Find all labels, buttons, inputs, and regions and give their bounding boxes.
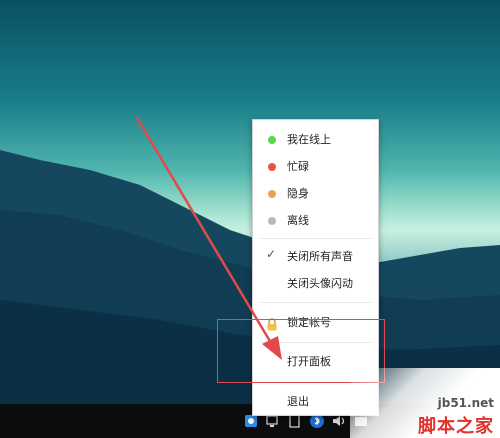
offline-status-icon — [268, 217, 276, 225]
menu-item-mute-all[interactable]: ✓ 关闭所有声音 — [253, 242, 378, 272]
menu-separator — [261, 238, 371, 239]
online-status-icon — [268, 136, 276, 144]
watermark-url: jb51.net — [437, 396, 494, 410]
desktop-wallpaper — [0, 0, 500, 404]
menu-separator — [261, 302, 371, 303]
lock-icon — [266, 316, 278, 335]
menu-item-label: 关闭所有声音 — [287, 250, 353, 263]
menu-item-label: 打开面板 — [287, 355, 331, 368]
menu-item-label: 我在线上 — [287, 133, 331, 146]
menu-separator — [261, 342, 371, 343]
menu-item-label: 离线 — [287, 214, 309, 227]
menu-item-label: 关闭头像闪动 — [287, 277, 353, 290]
watermark-text: 脚本之家 — [418, 416, 494, 437]
menu-item-offline[interactable]: 离线 — [253, 206, 378, 236]
menu-item-label: 退出 — [287, 395, 309, 408]
menu-item-online[interactable]: 我在线上 — [253, 125, 378, 155]
menu-item-busy[interactable]: 忙碌 — [253, 152, 378, 182]
busy-status-icon — [268, 163, 276, 171]
menu-item-label: 忙碌 — [287, 160, 309, 173]
menu-item-label: 隐身 — [287, 187, 309, 200]
checkmark-icon: ✓ — [266, 247, 277, 261]
menu-item-invisible[interactable]: 隐身 — [253, 179, 378, 209]
menu-item-lock-account[interactable]: 锁定帐号 — [253, 308, 378, 338]
menu-item-label: 锁定帐号 — [287, 316, 331, 329]
mountain-silhouette — [0, 150, 500, 404]
invisible-status-icon — [268, 190, 276, 198]
menu-item-disable-avatar-flash[interactable]: 关闭头像闪动 — [253, 269, 378, 299]
